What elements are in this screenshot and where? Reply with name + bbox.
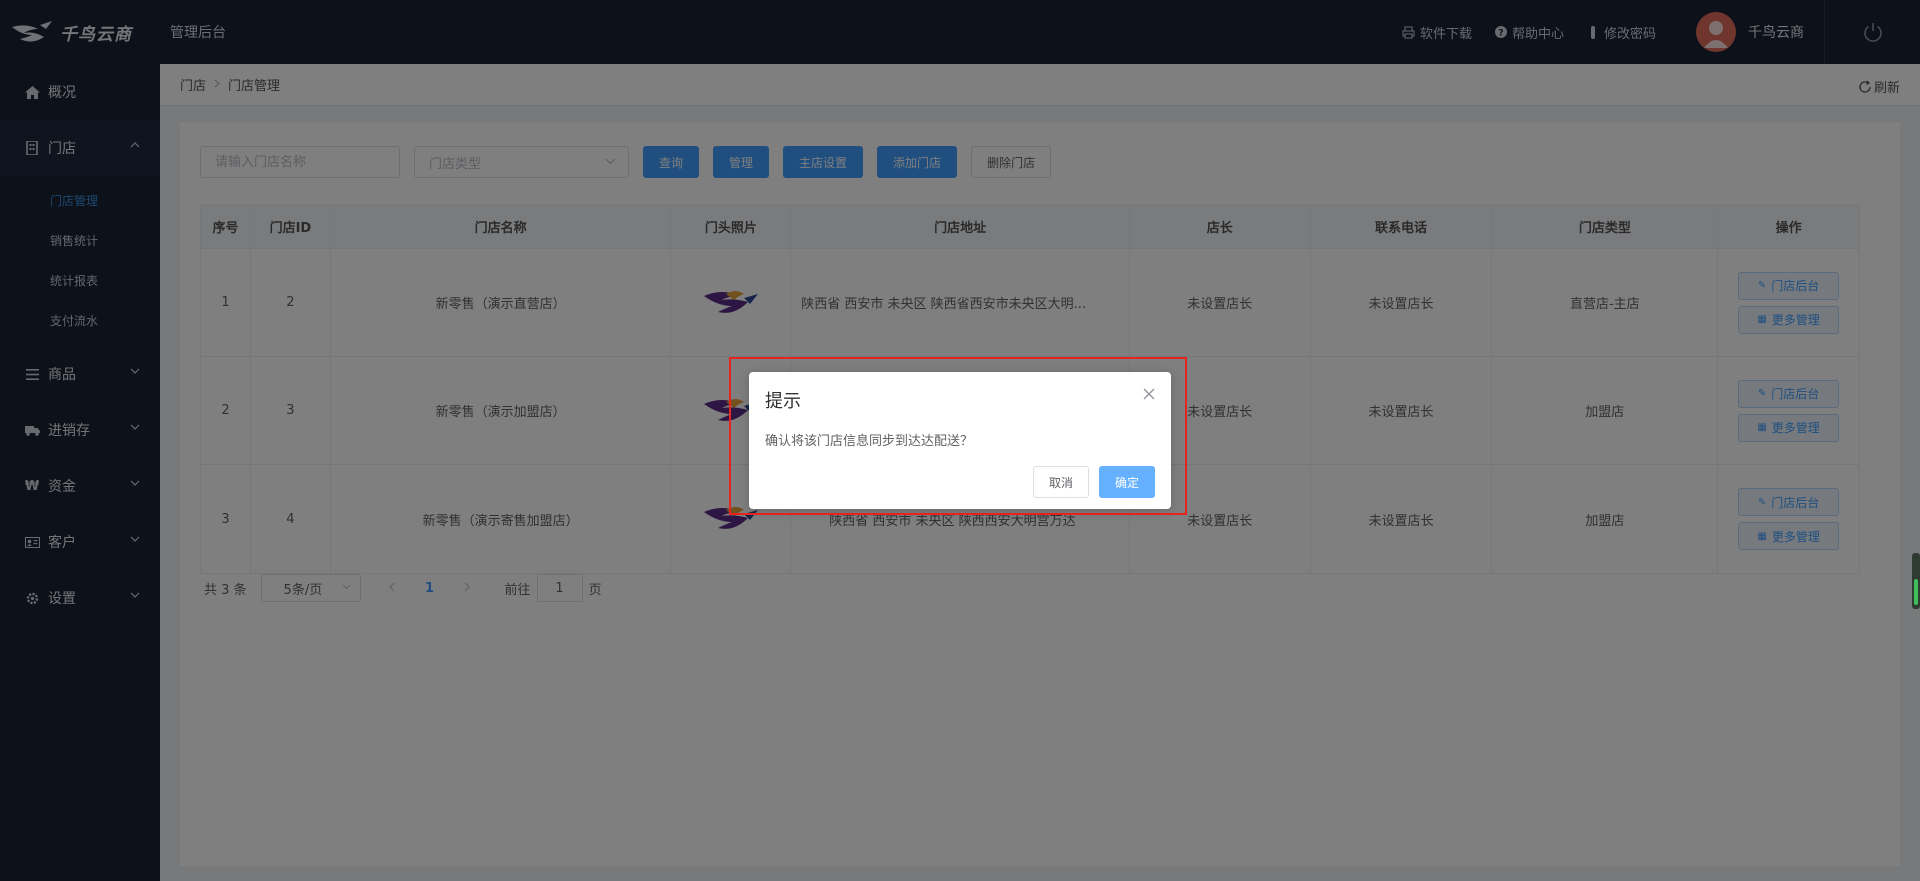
scroll-indicator [1914, 579, 1918, 605]
highlight-box [729, 357, 1187, 515]
scrollbar-thumb[interactable] [1912, 553, 1920, 609]
